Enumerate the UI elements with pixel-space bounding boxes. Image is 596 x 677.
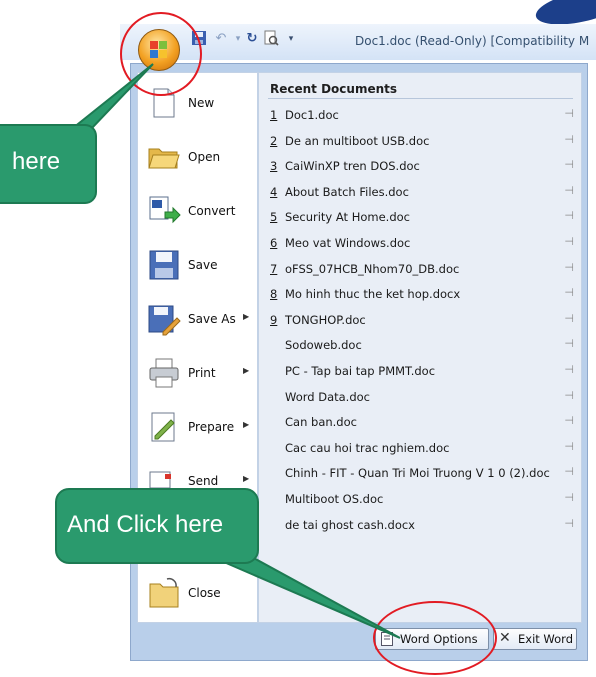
callout-here: here xyxy=(0,124,97,204)
callout-click-label: And Click here xyxy=(67,511,224,538)
callout-pointers xyxy=(57,63,401,639)
callout-here-label: here xyxy=(12,148,61,175)
callout-click-here: And Click here xyxy=(55,488,259,564)
